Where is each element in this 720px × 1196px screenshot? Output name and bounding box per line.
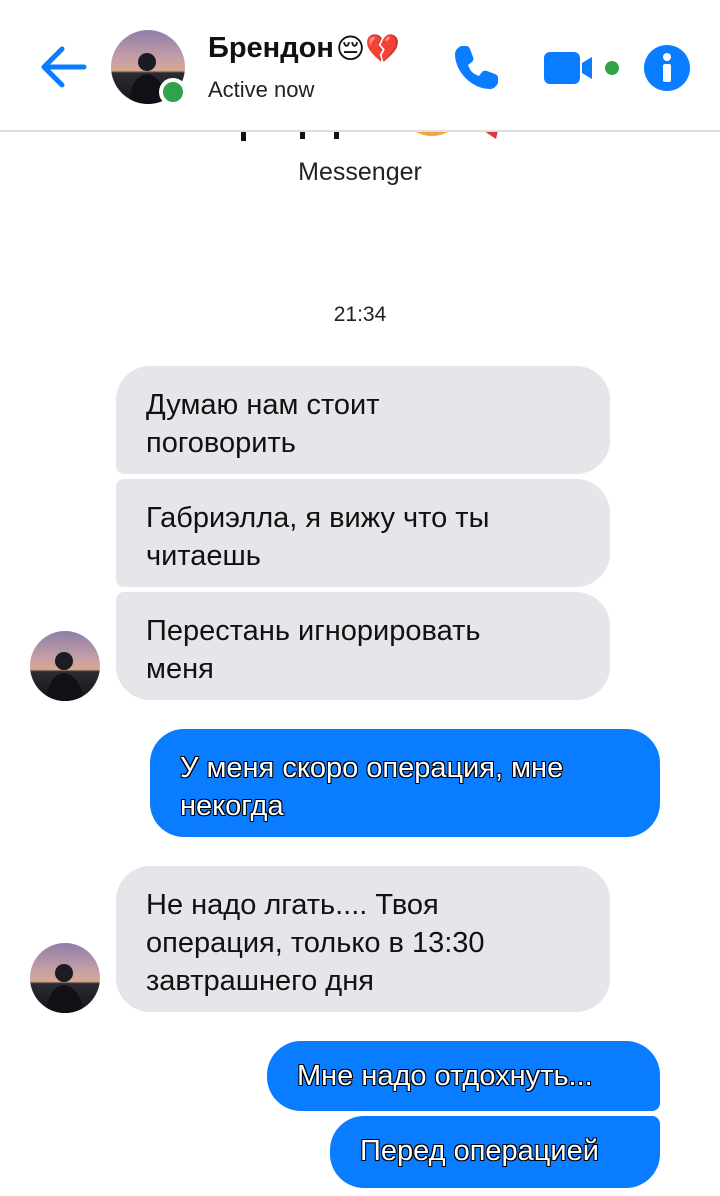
video-camera-icon — [544, 52, 619, 84]
message-bubble-outgoing[interactable]: Мне надо отдохнуть... — [267, 1041, 660, 1111]
message-bubble-incoming[interactable]: Думаю нам стоит поговорить — [116, 366, 610, 474]
message-line: У меня скоро операция, мне — [180, 752, 564, 784]
call-button[interactable] — [450, 42, 502, 94]
message-line: завтрашнего дня — [146, 965, 374, 997]
message-line: Думаю нам стоит — [146, 389, 380, 421]
sender-avatar[interactable] — [30, 631, 100, 701]
message-line: Перед операцией — [360, 1135, 599, 1167]
message-line: меня — [146, 653, 214, 685]
back-button[interactable] — [38, 44, 88, 90]
contact-name-text: Брендон — [208, 32, 334, 64]
online-indicator — [159, 78, 187, 106]
person-silhouette-icon — [46, 964, 84, 1013]
service-label: Messenger — [298, 158, 422, 186]
chat-screen: Брендон 😔💔 Active now Messenger 21:34 Ду… — [0, 0, 720, 1196]
message-line: Перестань игнорировать — [146, 615, 481, 647]
video-call-button[interactable] — [544, 50, 624, 86]
message-bubble-incoming[interactable]: Габриэлла, я вижу что ты читаешь — [116, 479, 610, 587]
message-line: некогда — [180, 790, 284, 822]
chat-header: Брендон 😔💔 Active now — [0, 0, 720, 132]
message-line: Мне надо отдохнуть... — [297, 1060, 593, 1092]
message-line: Габриэлла, я вижу что ты — [146, 502, 490, 534]
info-icon — [644, 45, 690, 91]
person-silhouette-icon — [46, 652, 84, 701]
message-timestamp: 21:34 — [333, 303, 387, 326]
name-emojis: 😔💔 — [335, 33, 400, 64]
sender-avatar[interactable] — [30, 943, 100, 1013]
message-bubble-incoming[interactable]: Не надо лгать.... Твоя операция, только … — [116, 866, 610, 1012]
arrow-left-icon — [41, 46, 87, 88]
message-bubble-outgoing[interactable]: У меня скоро операция, мне некогда — [150, 729, 660, 837]
contact-name[interactable]: Брендон 😔💔 — [208, 32, 400, 65]
message-line: читаешь — [146, 540, 261, 572]
phone-icon — [455, 46, 498, 89]
message-line: Не надо лгать.... Твоя — [146, 889, 439, 921]
message-bubble-incoming[interactable]: Перестань игнорировать меня — [116, 592, 610, 700]
message-bubble-outgoing[interactable]: Перед операцией — [330, 1116, 660, 1188]
message-line: поговорить — [146, 427, 296, 459]
active-status: Active now — [208, 77, 315, 102]
info-button[interactable] — [643, 44, 691, 92]
contact-avatar[interactable] — [111, 30, 187, 106]
message-line: операция, только в 13:30 — [146, 927, 485, 959]
